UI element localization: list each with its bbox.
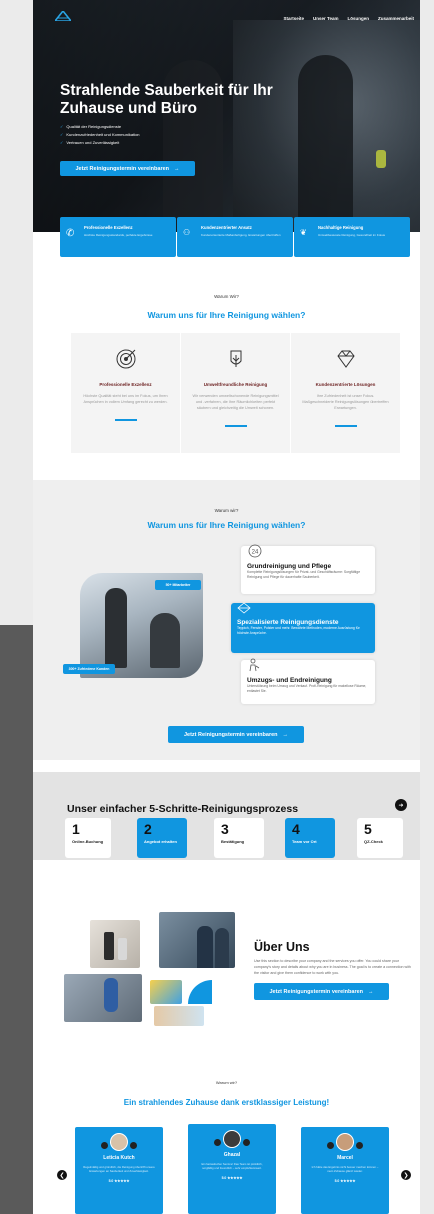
accent-line [334, 425, 357, 427]
accent-line [114, 419, 137, 421]
why-title: Warum uns für Ihre Reinigung wählen? [147, 310, 306, 320]
rating: 5.0 ★★★★★ [221, 1176, 243, 1180]
avatar [214, 1130, 250, 1148]
employees-badge: 50+ Mitarbeiter [155, 580, 201, 590]
process-title: Unser einfacher 5-Schritte-Reinigungspro… [67, 803, 299, 815]
why-card: Umweltfreundliche Reinigung Wir verwende… [181, 333, 290, 453]
rating: 5.0 ★★★★★ [108, 1179, 130, 1183]
customers-badge: 300+ Zufriedene Kunden [63, 664, 115, 674]
about-text: Use this section to describe your compan… [254, 959, 411, 975]
check-item: ✓ Kundenzufriedenheit und Kommunikation [60, 132, 140, 137]
testimonial-card: Ghazal Ein fantastischer Service! Das Te… [188, 1124, 276, 1214]
check-icon: ✓ [60, 132, 64, 137]
right-backdrop [420, 0, 434, 1214]
testimonials-title: Ein strahlendes Zuhause dank erstklassig… [123, 1098, 330, 1107]
main-nav: Startseite Unser Team Lösungen Zusammena… [275, 16, 414, 21]
carpet-photo [64, 974, 142, 1022]
stars-icon: ★★★★★ [227, 1176, 243, 1180]
svg-text:24: 24 [252, 550, 259, 556]
process-step: 1 Online-Buchung [65, 818, 111, 858]
hero-title: Strahlende Sauberkeit für Ihr Zuhause un… [60, 82, 273, 117]
process-step: 3 Bestätigung [214, 818, 264, 858]
cleaner-icon [247, 658, 369, 677]
service-card-active[interactable]: Spezialisierte Reinigungsdienste Teppich… [231, 601, 375, 653]
hero-cta-button[interactable]: Jetzt Reinigungstermin vereinbaren → [60, 161, 195, 176]
about-collage [60, 912, 240, 1027]
testimonial-card: Marcel Ich hätte das Ergebnis nicht bess… [301, 1127, 389, 1214]
services-title: Warum uns für Ihre Reinigung wählen? [147, 520, 306, 530]
services-eyebrow: Warum wir? [214, 508, 239, 513]
diamond-icon [291, 347, 400, 376]
stars-icon: ★★★★★ [340, 1179, 356, 1183]
cleaner-figure [105, 588, 127, 668]
feature-card: ✆ Professionelle Exzellenz Höchste Reini… [60, 217, 176, 257]
testimonial-card: Leticia Kutch Regelmäßig und gründlich, … [75, 1127, 163, 1214]
process-step-active: 4 Team vor Ort [285, 818, 335, 858]
hero-section: Startseite Unser Team Lösungen Zusammena… [33, 0, 420, 232]
why-eyebrow: Warum Wir? [214, 294, 239, 299]
avatar [101, 1133, 137, 1151]
service-card[interactable]: Umzugs- und Endreinigung Unterstützung b… [241, 658, 375, 704]
nav-item-startseite[interactable]: Startseite [284, 16, 305, 21]
logo-icon [53, 8, 73, 22]
next-arrow-icon[interactable]: ➜ [395, 799, 407, 811]
stars-icon: ★★★★★ [114, 1179, 130, 1183]
about-cta-button[interactable]: Jetzt Reinigungstermin vereinbaren → [254, 983, 389, 1000]
plant-icon: ❦ [300, 228, 307, 237]
check-icon: ✓ [60, 124, 64, 129]
service-card[interactable]: 24 Grundreinigung und Pflege Komplette R… [241, 544, 375, 594]
rating: 5.0 ★★★★★ [334, 1179, 356, 1183]
eco-icon [181, 347, 290, 376]
hero-checklist: ✓ Qualität der Reinigungsdienste ✓ Kundenz… [60, 123, 140, 147]
nav-item-unser-team[interactable]: Unser Team [313, 16, 338, 21]
clock-24-icon: 24 [247, 544, 369, 563]
feature-card: ❦ Nachhaltige Reinigung Umweltbewusste R… [294, 217, 410, 257]
about-title: Über Uns [254, 940, 310, 954]
team-small-photo [154, 1006, 204, 1026]
why-card: Professionelle Exzellenz Höchste Qualitä… [71, 333, 180, 453]
accent-line [224, 425, 247, 427]
cleaning-tools-photo [150, 980, 182, 1004]
check-icon: ✓ [60, 140, 64, 145]
products-photo [90, 920, 140, 968]
arrow-right-icon: → [368, 988, 374, 995]
next-arrow-icon[interactable]: ❯ [401, 1170, 411, 1180]
avatar [327, 1133, 363, 1151]
phone-icon: ✆ [66, 228, 75, 239]
check-item: ✓ Qualität der Reinigungsdienste [60, 124, 122, 129]
testimonials-eyebrow: Warum wir? [215, 1080, 238, 1085]
prev-arrow-icon[interactable]: ❮ [57, 1170, 67, 1180]
check-item: ✓ Vertrauen und Zuverlässigkeit [60, 140, 120, 145]
feature-card: ⚇ Kundenzentrierter Ansatz Kundenorienti… [177, 217, 293, 257]
process-step-active: 2 Angebot erhalten [137, 818, 187, 858]
accent-quarter-circle [188, 980, 212, 1004]
nav-item-zusammenarbeit[interactable]: Zusammenarbeit [378, 16, 414, 21]
people-icon: ⚇ [183, 228, 191, 237]
spray-icon [237, 601, 369, 619]
process-step: 5 QZ-Check [357, 818, 403, 858]
services-cta-button[interactable]: Jetzt Reinigungstermin vereinbaren → [168, 726, 304, 743]
nav-item-losungen[interactable]: Lösungen [347, 16, 369, 21]
team-photo [159, 912, 235, 968]
why-card: Kundenzentrierte Lösungen Ihre Zufrieden… [291, 333, 400, 453]
landing-page: Startseite Unser Team Lösungen Zusammena… [33, 0, 420, 1214]
target-icon [71, 347, 180, 376]
arrow-right-icon: → [282, 731, 289, 738]
arrow-right-icon: → [174, 165, 180, 172]
cleaner-figure-2 [150, 613, 180, 668]
